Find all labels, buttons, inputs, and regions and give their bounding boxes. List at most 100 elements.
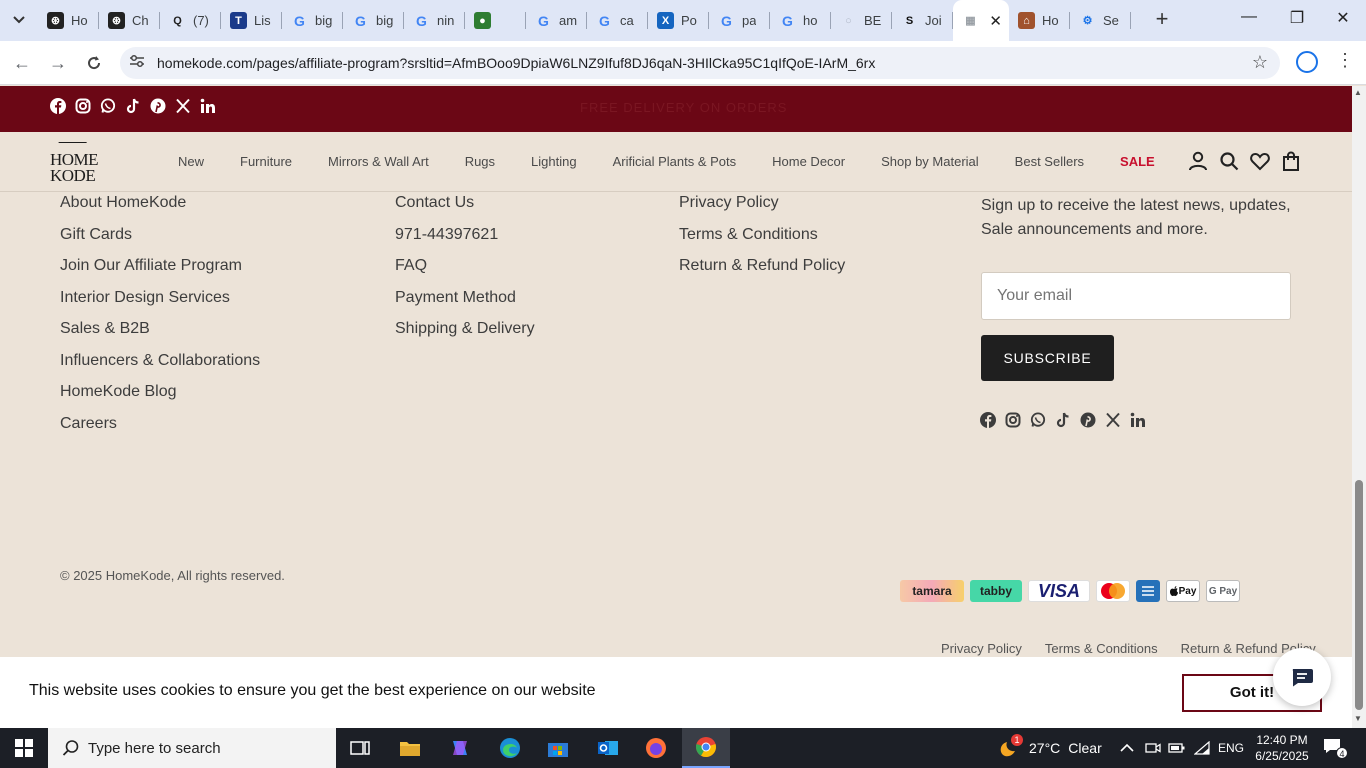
browser-tab[interactable]: Gbig (282, 0, 343, 41)
browser-tab[interactable]: ⊛ Ho (38, 0, 99, 41)
browser-tab[interactable]: ○ BE (831, 0, 892, 41)
email-input[interactable] (981, 272, 1291, 320)
tiktok-icon[interactable] (1055, 412, 1071, 428)
whatsapp-icon[interactable] (1030, 412, 1046, 428)
footer-link[interactable]: Gift Cards (60, 226, 260, 258)
nav-item[interactable]: Lighting (531, 154, 577, 169)
new-tab-button[interactable]: + (1150, 8, 1174, 32)
homekode-logo[interactable]: HOME KODE (50, 142, 99, 185)
scroll-down-arrow-icon[interactable]: ▼ (1354, 714, 1362, 723)
browser-tab[interactable]: Gpa (709, 0, 770, 41)
nav-item[interactable]: Home Decor (772, 154, 845, 169)
pinterest-icon[interactable] (1080, 412, 1096, 428)
back-button[interactable]: ← (10, 51, 34, 75)
linkedin-icon[interactable] (200, 98, 216, 114)
browser-tab[interactable]: Gbig (343, 0, 404, 41)
show-hidden-icons-chevron[interactable] (1120, 728, 1134, 768)
footer-link[interactable]: Join Our Affiliate Program (60, 257, 260, 289)
account-icon[interactable] (1188, 150, 1208, 172)
bookmark-star-icon[interactable]: ☆ (1252, 52, 1268, 73)
meet-now-icon[interactable] (1145, 728, 1161, 768)
site-info-icon[interactable] (128, 54, 146, 72)
wifi-icon[interactable] (1194, 728, 1210, 768)
facebook-icon[interactable] (50, 98, 66, 114)
facebook-icon[interactable] (980, 412, 996, 428)
browser-tab[interactable]: ● (465, 0, 526, 41)
browser-tab[interactable]: Gnin (404, 0, 465, 41)
x-twitter-icon[interactable] (175, 98, 191, 114)
search-icon[interactable] (1219, 150, 1239, 172)
x-twitter-icon[interactable] (1105, 412, 1121, 428)
footer-link[interactable]: HomeKode Blog (60, 383, 260, 415)
chat-widget-button[interactable] (1273, 648, 1331, 706)
nav-item[interactable]: Mirrors & Wall Art (328, 154, 429, 169)
file-explorer-icon[interactable] (386, 728, 434, 768)
nav-item[interactable]: Rugs (465, 154, 495, 169)
browser-tab[interactable]: Gho (770, 0, 831, 41)
browser-tab[interactable]: S Joi (892, 0, 953, 41)
browser-tab[interactable]: ⚙ Se (1070, 0, 1131, 41)
footer-link[interactable]: Influencers & Collaborations (60, 352, 260, 384)
weather-widget[interactable]: 1 27°C Clear (997, 728, 1102, 768)
browser-tab[interactable]: Gca (587, 0, 648, 41)
browser-menu-icon[interactable]: ⋮ (1336, 50, 1354, 71)
tab-search-chevron-icon[interactable] (8, 9, 30, 31)
outlook-icon[interactable] (584, 728, 632, 768)
bottom-policy-link[interactable]: Privacy Policy (941, 641, 1022, 656)
nav-item[interactable]: New (178, 154, 204, 169)
task-view-icon[interactable] (336, 728, 384, 768)
nav-item[interactable]: Furniture (240, 154, 292, 169)
footer-link[interactable]: Shipping & Delivery (395, 320, 535, 352)
footer-link[interactable]: Sales & B2B (60, 320, 260, 352)
edge-browser-icon[interactable] (486, 728, 534, 768)
bottom-policy-link[interactable]: Terms & Conditions (1045, 641, 1158, 656)
close-tab-icon[interactable]: ✕ (989, 12, 1002, 30)
cart-bag-icon[interactable] (1281, 150, 1301, 172)
windows-start-icon[interactable] (0, 728, 48, 768)
chrome-icon[interactable] (682, 728, 730, 768)
firefox-icon[interactable] (632, 728, 680, 768)
instagram-icon[interactable] (1005, 412, 1021, 428)
footer-link[interactable]: FAQ (395, 257, 535, 289)
browser-tab[interactable]: X Po (648, 0, 709, 41)
nav-item[interactable]: SALE (1120, 154, 1155, 169)
footer-link[interactable]: About HomeKode (60, 194, 260, 226)
browser-tab[interactable]: T Lis (221, 0, 282, 41)
notification-center-icon[interactable]: 4 (1322, 737, 1348, 759)
tiktok-icon[interactable] (125, 98, 141, 114)
scrollbar-thumb[interactable] (1355, 480, 1363, 710)
footer-link[interactable]: Careers (60, 415, 260, 447)
nav-item[interactable]: Shop by Material (881, 154, 979, 169)
browser-tab[interactable]: Gam (526, 0, 587, 41)
profile-avatar-icon[interactable] (1296, 51, 1318, 73)
footer-link[interactable]: Terms & Conditions (679, 226, 845, 258)
whatsapp-icon[interactable] (100, 98, 116, 114)
pinterest-icon[interactable] (150, 98, 166, 114)
battery-icon[interactable] (1168, 728, 1186, 768)
taskbar-search-box[interactable]: Type here to search (48, 728, 336, 768)
reload-button[interactable] (82, 51, 106, 75)
instagram-icon[interactable] (75, 98, 91, 114)
footer-link[interactable]: Contact Us (395, 194, 535, 226)
language-indicator[interactable]: ENG (1218, 728, 1244, 768)
footer-link[interactable]: Return & Refund Policy (679, 257, 845, 289)
browser-tab[interactable]: Q (7) (160, 0, 221, 41)
footer-link[interactable]: Privacy Policy (679, 194, 845, 226)
linkedin-icon[interactable] (1130, 412, 1146, 428)
wishlist-heart-icon[interactable] (1250, 150, 1270, 172)
nav-item[interactable]: Arificial Plants & Pots (613, 154, 737, 169)
url-text[interactable]: homekode.com/pages/affiliate-program?srs… (157, 55, 875, 71)
restore-button[interactable]: ❐ (1274, 8, 1320, 32)
browser-tab[interactable]: ▦ ✕ (953, 0, 1009, 41)
address-bar[interactable]: homekode.com/pages/affiliate-program?srs… (120, 47, 1280, 79)
scroll-up-arrow-icon[interactable]: ▲ (1354, 88, 1362, 97)
close-window-button[interactable]: ✕ (1320, 8, 1366, 32)
nav-item[interactable]: Best Sellers (1015, 154, 1084, 169)
footer-link[interactable]: Interior Design Services (60, 289, 260, 321)
browser-tab[interactable]: ⊛ Ch (99, 0, 160, 41)
subscribe-button[interactable]: SUBSCRIBE (981, 335, 1114, 381)
minimize-button[interactable]: — (1226, 8, 1272, 32)
microsoft-store-icon[interactable] (534, 728, 582, 768)
browser-tab[interactable]: ⌂ Ho (1009, 0, 1070, 41)
copilot-icon[interactable] (436, 728, 484, 768)
